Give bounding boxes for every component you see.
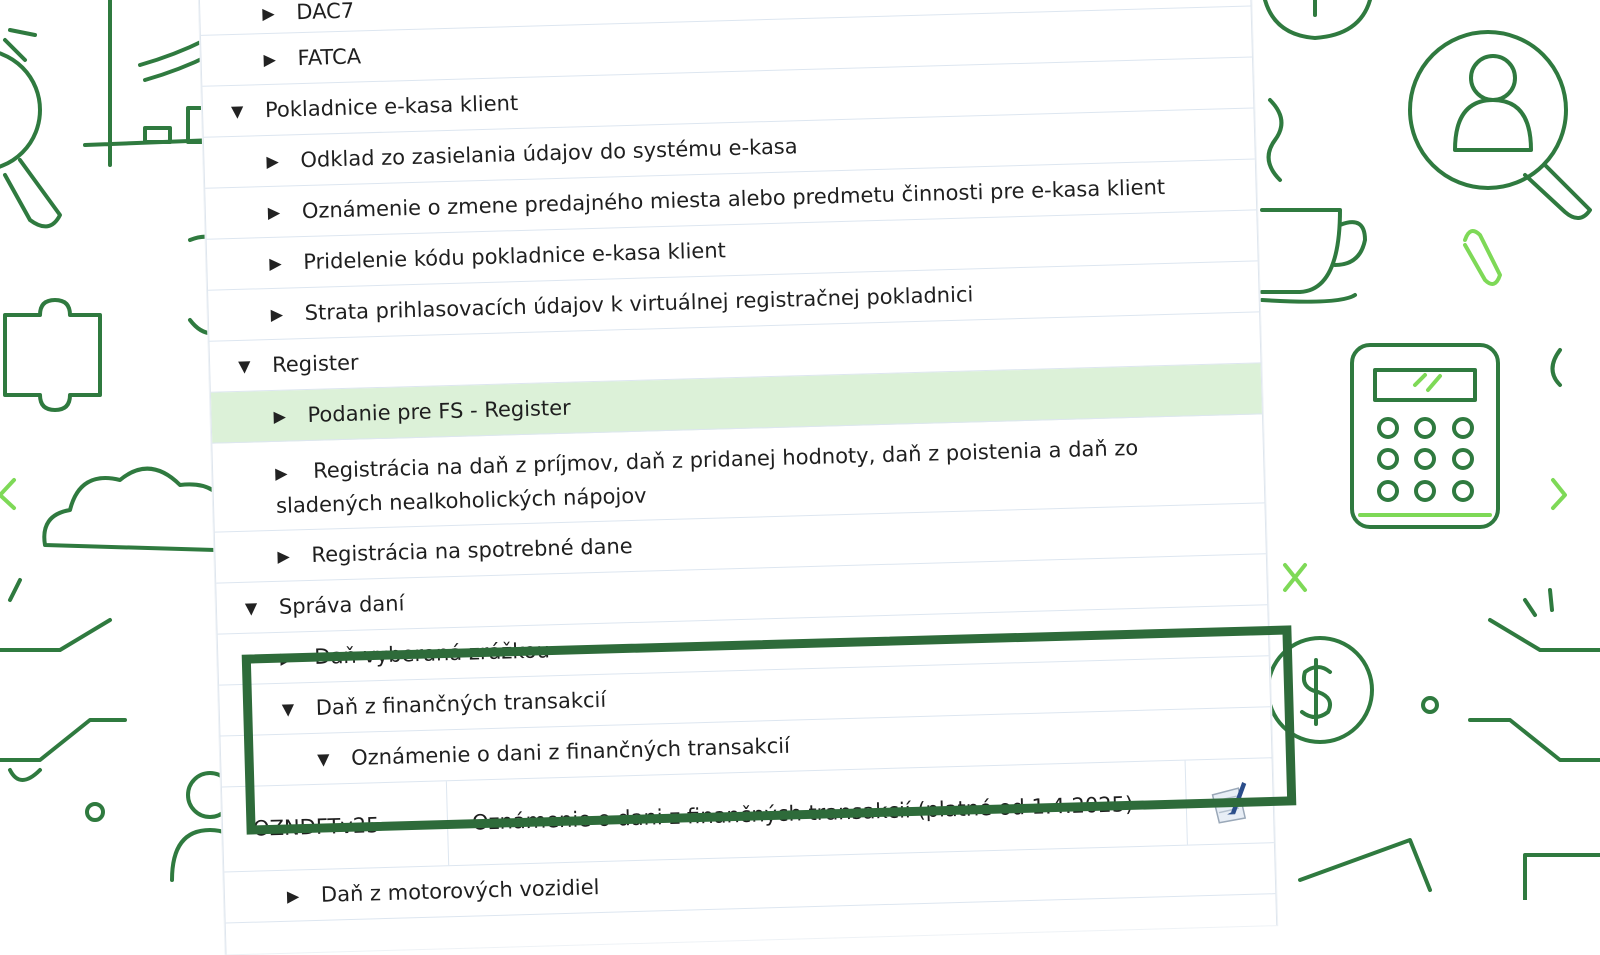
tree-item-label[interactable]: Správa daní — [279, 591, 405, 618]
handshake-right-doodle-icon — [1468, 588, 1600, 762]
tree-item-label[interactable]: Daň z motorových vozidiel — [321, 875, 600, 907]
puzzle-doodle-icon — [3, 298, 102, 412]
expanded-arrow-icon[interactable]: ▼ — [238, 355, 273, 375]
user-search-doodle-icon — [1408, 30, 1592, 220]
bar-chart-doodle-icon — [83, 0, 217, 167]
tree-item-label[interactable]: Odklad zo zasielania údajov do systému e… — [300, 134, 798, 172]
collapsed-arrow-icon[interactable]: ▶ — [270, 304, 305, 323]
coin-doodle-icon — [1263, 0, 1372, 40]
collapsed-arrow-icon[interactable]: ▶ — [277, 545, 312, 565]
collapsed-arrow-icon[interactable]: ▶ — [287, 885, 322, 905]
tree-item-label[interactable]: Registrácia na daň z príjmov, daň z prid… — [276, 436, 1139, 518]
expanded-arrow-icon[interactable]: ▼ — [231, 101, 266, 120]
cloud-doodle-icon — [42, 466, 237, 552]
coffee-cup-doodle-icon — [1260, 98, 1367, 304]
collapsed-arrow-icon[interactable]: ▶ — [269, 253, 304, 272]
collapsed-arrow-icon[interactable]: ▶ — [268, 202, 303, 221]
magnifier-doodle-icon — [0, 28, 62, 229]
tree-item-label[interactable]: Podanie pre FS - Register — [307, 396, 571, 427]
collapsed-arrow-icon[interactable]: ▶ — [263, 49, 298, 68]
tree-item-label[interactable]: FATCA — [297, 44, 361, 70]
tree-item-label[interactable]: Pridelenie kódu pokladnice e-kasa klient — [303, 238, 726, 274]
tree-item-label[interactable]: DAC7 — [296, 0, 354, 24]
tree-item-label[interactable]: Pokladnice e-kasa klient — [265, 91, 519, 122]
collapsed-arrow-icon[interactable]: ▶ — [273, 406, 308, 425]
expanded-arrow-icon[interactable]: ▼ — [245, 597, 280, 617]
tree-item-label[interactable]: Register — [272, 351, 359, 377]
collapsed-arrow-icon[interactable]: ▶ — [275, 457, 314, 490]
collapsed-arrow-icon[interactable]: ▶ — [266, 151, 301, 170]
calculator-doodle-icon — [1350, 343, 1500, 529]
collapsed-arrow-icon[interactable]: ▶ — [262, 3, 297, 23]
highlight-frame — [241, 625, 1297, 835]
tree-item-label[interactable]: Registrácia na spotrebné dane — [311, 534, 633, 567]
tree-item-label[interactable]: Strata prihlasovacích údajov k virtuálne… — [304, 282, 973, 325]
handshake-left-doodle-icon — [0, 578, 127, 782]
